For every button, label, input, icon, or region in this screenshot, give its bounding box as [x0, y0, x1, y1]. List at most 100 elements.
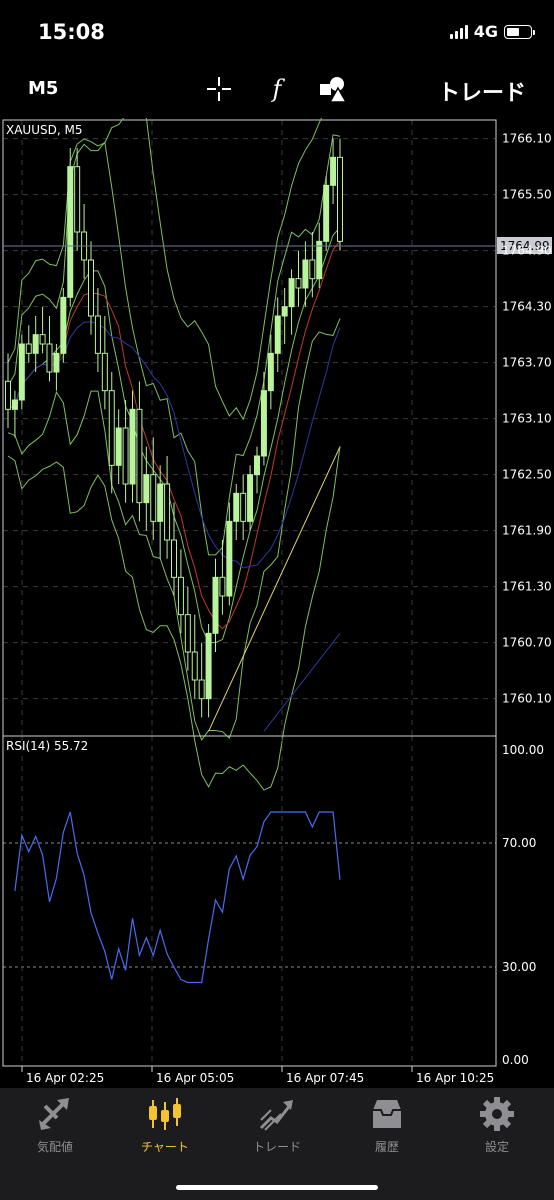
candle-body: [60, 296, 67, 354]
price-tick: 1761.30: [502, 580, 552, 594]
candle-body: [247, 474, 254, 522]
candle-body: [198, 679, 205, 700]
candle-body: [143, 474, 150, 504]
price-tick: 1765.50: [502, 188, 552, 202]
candle-body: [205, 632, 212, 700]
symbol-label: XAUUSD, M5: [6, 123, 82, 137]
trade-button[interactable]: トレード: [438, 75, 526, 107]
candle-body: [281, 306, 288, 317]
candle-body: [101, 352, 108, 392]
candles-group: [5, 138, 343, 718]
candle-body: [88, 259, 94, 317]
nav-chart[interactable]: チャート: [120, 1096, 210, 1155]
nav-settings[interactable]: 設定: [452, 1096, 542, 1155]
nav-trade[interactable]: トレード: [232, 1096, 322, 1155]
candle-body: [219, 576, 226, 597]
candle-body: [274, 315, 281, 354]
candle-body: [295, 278, 302, 289]
price-tick: 1763.10: [502, 412, 552, 426]
candle-body: [18, 343, 25, 401]
candle-body: [11, 399, 18, 410]
candle-body: [267, 352, 274, 392]
time-axis: 16 Apr 02:25 16 Apr 05:05 16 Apr 07:45 16 A…: [21, 1066, 494, 1085]
candle-body: [171, 539, 177, 578]
candle-body: [94, 315, 101, 354]
battery-icon: [504, 24, 535, 39]
candle-body: [122, 427, 129, 485]
candle-body: [309, 259, 316, 280]
candle-body: [337, 156, 343, 242]
objects-icon[interactable]: [318, 74, 348, 104]
candle-body: [53, 352, 60, 373]
candle-body: [74, 166, 81, 233]
candle-body: [254, 455, 260, 476]
nav-history[interactable]: 履歴: [342, 1096, 432, 1155]
candle-body: [240, 492, 247, 522]
nav-quotes[interactable]: 気配値: [10, 1096, 100, 1155]
chart-area[interactable]: 1764.99 XAUUSD, M5 1766.101765.501764.90…: [0, 118, 554, 1088]
candle-body: [46, 343, 53, 373]
candle-body: [226, 520, 233, 597]
rsi-axis: 100.00 70.00 30.00 0.00: [502, 743, 544, 1067]
candle-body: [115, 427, 122, 466]
candle-body: [32, 334, 39, 354]
candle-body: [129, 408, 136, 485]
timeframe-button[interactable]: M5: [28, 78, 58, 99]
signal-icon: [449, 24, 468, 39]
bollinger-upper: [7, 134, 341, 556]
status-indicators: 4G: [449, 22, 535, 41]
candle-body: [212, 576, 219, 634]
quotes-icon: [39, 1098, 69, 1130]
candle-body: [67, 166, 74, 298]
rsi-tick: 100.00: [502, 743, 544, 757]
candle-body: [177, 576, 184, 616]
rsi-line: [14, 811, 341, 984]
candle-body: [25, 343, 32, 354]
candle-body: [191, 651, 198, 681]
candlestick-icon: [149, 1098, 181, 1130]
svg-text:f: f: [271, 75, 286, 103]
candle-body: [184, 614, 191, 653]
rsi-tick: 0.00: [502, 1053, 529, 1067]
price-tick: 1762.50: [502, 468, 552, 482]
candle-body: [316, 240, 323, 280]
price-axis: 1766.10 1765.50 1764.90 1764.30 1763.70 1763.…: [502, 132, 552, 706]
price-tick: 1760.10: [502, 692, 552, 706]
candle-body: [157, 483, 164, 522]
candle-body: [233, 492, 240, 522]
time-tick: 16 Apr 07:45: [286, 1071, 364, 1085]
time-tick: 16 Apr 10:25: [416, 1071, 494, 1085]
price-tick: 1760.70: [502, 636, 552, 650]
time-tick: 16 Apr 05:05: [156, 1071, 234, 1085]
candle-body: [5, 380, 11, 410]
nav-label: トレード: [252, 1140, 301, 1154]
candle-body: [164, 483, 171, 541]
history-icon: [373, 1100, 401, 1128]
price-tick: 1766.10: [502, 132, 552, 146]
price-tick: 1764.90: [502, 244, 552, 258]
price-tick: 1763.70: [502, 356, 552, 370]
bottom-nav: 気配値 チャート トレード 履歴 設定: [0, 1088, 554, 1200]
function-icon[interactable]: f: [262, 74, 292, 104]
settings-icon: [480, 1097, 514, 1131]
crosshair-icon[interactable]: [204, 74, 234, 104]
status-time: 15:08: [38, 20, 105, 44]
candle-body: [150, 474, 157, 522]
candle-body: [260, 390, 267, 457]
network-type: 4G: [473, 22, 498, 41]
candle-body: [323, 184, 330, 242]
nav-label: 設定: [484, 1140, 509, 1154]
nav-label: チャート: [141, 1140, 189, 1154]
price-tick: 1761.90: [502, 524, 552, 538]
outer-band-upper: [7, 118, 323, 421]
time-tick: 16 Apr 02:25: [26, 1071, 104, 1085]
rsi-tick: 30.00: [502, 960, 536, 974]
candle-body: [39, 334, 46, 345]
nav-label: 履歴: [374, 1140, 399, 1154]
rsi-grid: [3, 736, 496, 1066]
chart-indicators: [7, 118, 341, 791]
candle-body: [108, 390, 115, 466]
rsi-label: RSI(14) 55.72: [6, 739, 88, 753]
chart-toolbar: M5 f トレード: [0, 66, 554, 112]
price-tick: 1764.30: [502, 300, 552, 314]
